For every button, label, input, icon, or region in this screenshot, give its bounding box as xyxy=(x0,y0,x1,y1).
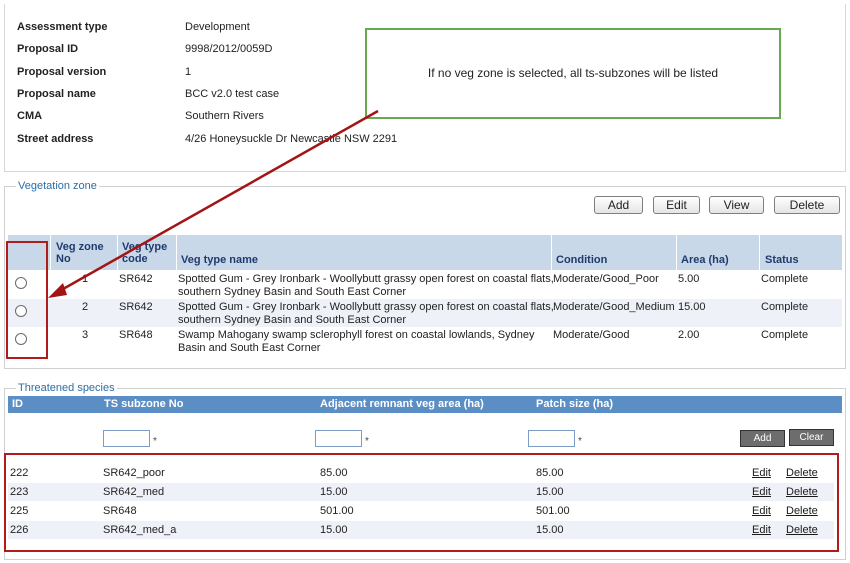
annotation-arrow xyxy=(48,109,379,298)
